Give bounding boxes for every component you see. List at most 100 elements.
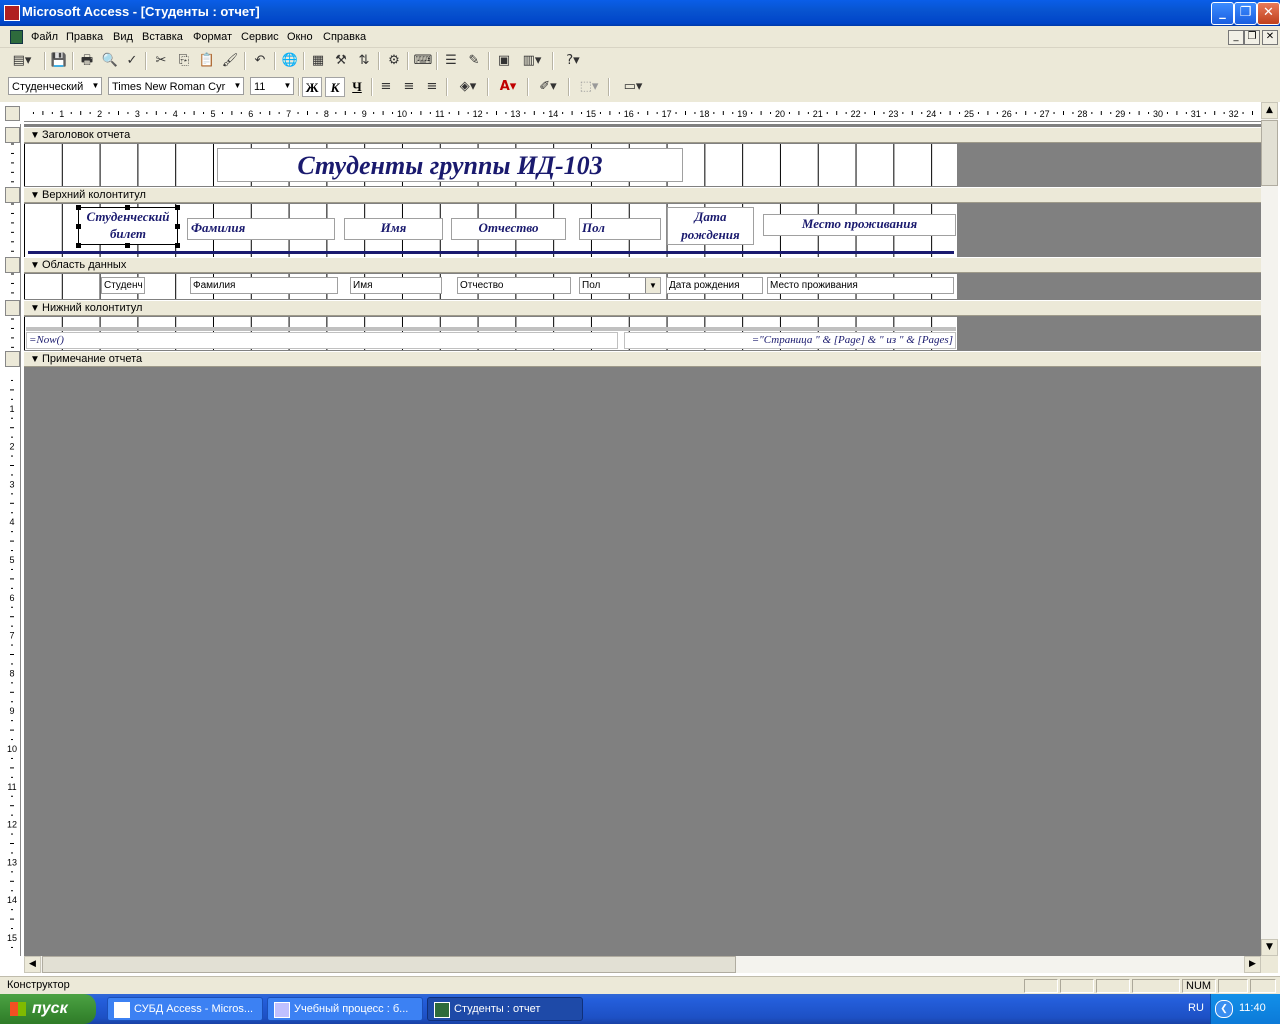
database-window-icon[interactable]: ▣ <box>494 51 514 71</box>
chevron-down-icon[interactable]: ▼ <box>282 78 293 94</box>
menu-help[interactable]: Справка <box>323 31 366 43</box>
selection-handle[interactable] <box>175 243 180 248</box>
font-combo[interactable]: Times New Roman Cyr ▼ <box>108 77 244 95</box>
access-app-icon[interactable] <box>4 5 20 21</box>
undo-icon[interactable]: ↶ <box>250 51 270 71</box>
page-number-field[interactable]: ="Страница " & [Page] & " из " & [Pages] <box>624 332 956 349</box>
start-button[interactable]: пуск <box>0 994 96 1024</box>
name-field[interactable]: Имя <box>350 277 442 294</box>
horizontal-scroll-thumb[interactable] <box>42 956 736 973</box>
menu-insert[interactable]: Вставка <box>142 31 183 43</box>
object-combo[interactable]: Студенческий ▼ <box>8 77 102 95</box>
page-footer-bar[interactable]: ▼ Нижний колонтитул <box>24 300 1261 316</box>
selection-handle[interactable] <box>125 243 130 248</box>
report-header-section[interactable]: Студенты группы ИД-103 <box>24 144 957 186</box>
gender-combo[interactable]: Пол ▼ <box>579 277 661 294</box>
doc-minimize-button[interactable]: _ <box>1228 30 1244 45</box>
toolbox-icon[interactable]: ⚒ <box>331 51 351 71</box>
detail-bar[interactable]: ▼ Область данных <box>24 257 1261 273</box>
report-header-bar[interactable]: ▼ Заголовок отчета <box>24 127 1261 143</box>
birth-field[interactable]: Дата рождения <box>666 277 763 294</box>
section-selector[interactable] <box>5 127 20 143</box>
sorting-grouping-icon[interactable]: ⇅ <box>354 51 374 71</box>
birth-header-label[interactable]: Дата рождения <box>667 207 754 245</box>
code-icon[interactable]: ⌨ <box>413 51 433 71</box>
italic-button[interactable]: К <box>325 77 345 97</box>
bold-button[interactable]: Ж <box>302 77 322 97</box>
menu-format[interactable]: Формат <box>193 31 232 43</box>
align-right-icon[interactable]: ≡ <box>422 77 442 97</box>
patronymic-header-label[interactable]: Отчество <box>451 218 566 240</box>
header-underline[interactable] <box>28 251 954 254</box>
menu-edit[interactable]: Правка <box>66 31 103 43</box>
now-field[interactable]: =Now() <box>26 332 618 349</box>
residence-field[interactable]: Место проживания <box>767 277 954 294</box>
page-header-section[interactable]: Студенческий билет Фамилия Имя Отчество … <box>24 204 957 257</box>
builder-icon[interactable]: ✎ <box>464 51 484 71</box>
selection-handle[interactable] <box>175 205 180 210</box>
save-icon[interactable]: 💾 <box>49 51 69 71</box>
menu-view[interactable]: Вид <box>113 31 133 43</box>
menu-file[interactable]: Файл <box>31 31 58 43</box>
font-color-icon[interactable]: A▾ <box>492 77 524 97</box>
copy-icon[interactable]: ⎘ <box>174 51 194 71</box>
language-indicator[interactable]: RU <box>1188 1002 1204 1014</box>
report-selector[interactable] <box>5 106 20 121</box>
residence-header-label[interactable]: Место проживания <box>763 214 956 236</box>
maximize-button[interactable]: ❐ <box>1234 2 1257 25</box>
field-list-icon[interactable]: ▦ <box>308 51 328 71</box>
report-window-icon[interactable] <box>10 30 23 44</box>
border-width-icon[interactable]: ⬚▾ <box>574 77 604 97</box>
section-selector[interactable] <box>5 187 20 203</box>
page-footer-section[interactable]: =Now() ="Страница " & [Page] & " из " & … <box>24 317 957 350</box>
vertical-scroll-thumb[interactable] <box>1261 120 1278 186</box>
vertical-scrollbar[interactable]: ▲ ▼ <box>1261 102 1278 956</box>
cut-icon[interactable]: ✂ <box>151 51 171 71</box>
section-selector[interactable] <box>5 257 20 273</box>
taskbar-item-database[interactable]: Учебный процесс : б... <box>267 997 423 1021</box>
align-left-icon[interactable]: ≡ <box>376 77 396 97</box>
print-preview-icon[interactable]: 🔍 <box>100 51 120 71</box>
report-footer-bar[interactable]: ▼ Примечание отчета <box>24 351 1261 367</box>
underline-button[interactable]: Ч <box>347 77 367 97</box>
scroll-down-icon[interactable]: ▼ <box>1261 939 1278 956</box>
taskbar-item-access[interactable]: СУБД Access - Micros... <box>107 997 263 1021</box>
special-effect-icon[interactable]: ▭▾ <box>613 77 653 97</box>
align-center-icon[interactable]: ≡ <box>399 77 419 97</box>
selection-handle[interactable] <box>175 224 180 229</box>
patronymic-field[interactable]: Отчество <box>457 277 571 294</box>
view-icon[interactable]: ▤▾ <box>6 51 38 71</box>
hyperlink-icon[interactable]: 🌐 <box>280 51 300 71</box>
chevron-down-icon[interactable]: ▼ <box>232 78 243 94</box>
name-header-label[interactable]: Имя <box>344 218 443 240</box>
gender-header-label[interactable]: Пол <box>579 218 661 240</box>
line-color-icon[interactable]: ✐▾ <box>532 77 564 97</box>
chevron-down-icon[interactable]: ▼ <box>645 278 660 293</box>
surname-field[interactable]: Фамилия <box>190 277 338 294</box>
scroll-right-icon[interactable]: ▶ <box>1244 956 1261 973</box>
help-icon[interactable]: ?▾ <box>558 51 588 71</box>
section-selector[interactable] <box>5 300 20 316</box>
surname-header-label[interactable]: Фамилия <box>187 218 335 240</box>
selection-handle[interactable] <box>125 205 130 210</box>
vertical-ruler[interactable]: 1 2 3 4 5 6 7 8 9 10 11 12 13 14 15 <box>5 124 21 956</box>
footer-line[interactable] <box>26 327 956 331</box>
page-header-bar[interactable]: ▼ Верхний колонтитул <box>24 187 1261 203</box>
new-object-icon[interactable]: ▥▾ <box>517 51 547 71</box>
detail-section[interactable]: Студенч Фамилия Имя Отчество Пол ▼ Дата … <box>24 274 957 299</box>
scroll-up-icon[interactable]: ▲ <box>1261 102 1278 119</box>
student-id-header-label[interactable]: Студенческий билет <box>78 207 178 245</box>
properties-icon[interactable]: ☰ <box>441 51 461 71</box>
taskbar-item-report[interactable]: Студенты : отчет <box>427 997 583 1021</box>
student-id-field[interactable]: Студенч <box>101 277 145 294</box>
paste-icon[interactable]: 📋 <box>197 51 217 71</box>
fill-color-icon[interactable]: ◈▾ <box>452 77 484 97</box>
selection-handle[interactable] <box>76 243 81 248</box>
horizontal-scrollbar[interactable]: ◀ ▶ <box>24 956 1261 973</box>
format-painter-icon[interactable]: 🖌 <box>220 51 240 71</box>
horizontal-ruler[interactable]: 1 2 3 4 5 6 7 8 9 10 11 12 13 14 15 16 17 18 19 20 21 22 23 24 2… <box>24 106 1261 122</box>
section-selector[interactable] <box>5 351 20 367</box>
selection-handle[interactable] <box>76 224 81 229</box>
doc-close-button[interactable]: ✕ <box>1262 30 1278 45</box>
chevron-down-icon[interactable]: ▼ <box>90 78 101 94</box>
